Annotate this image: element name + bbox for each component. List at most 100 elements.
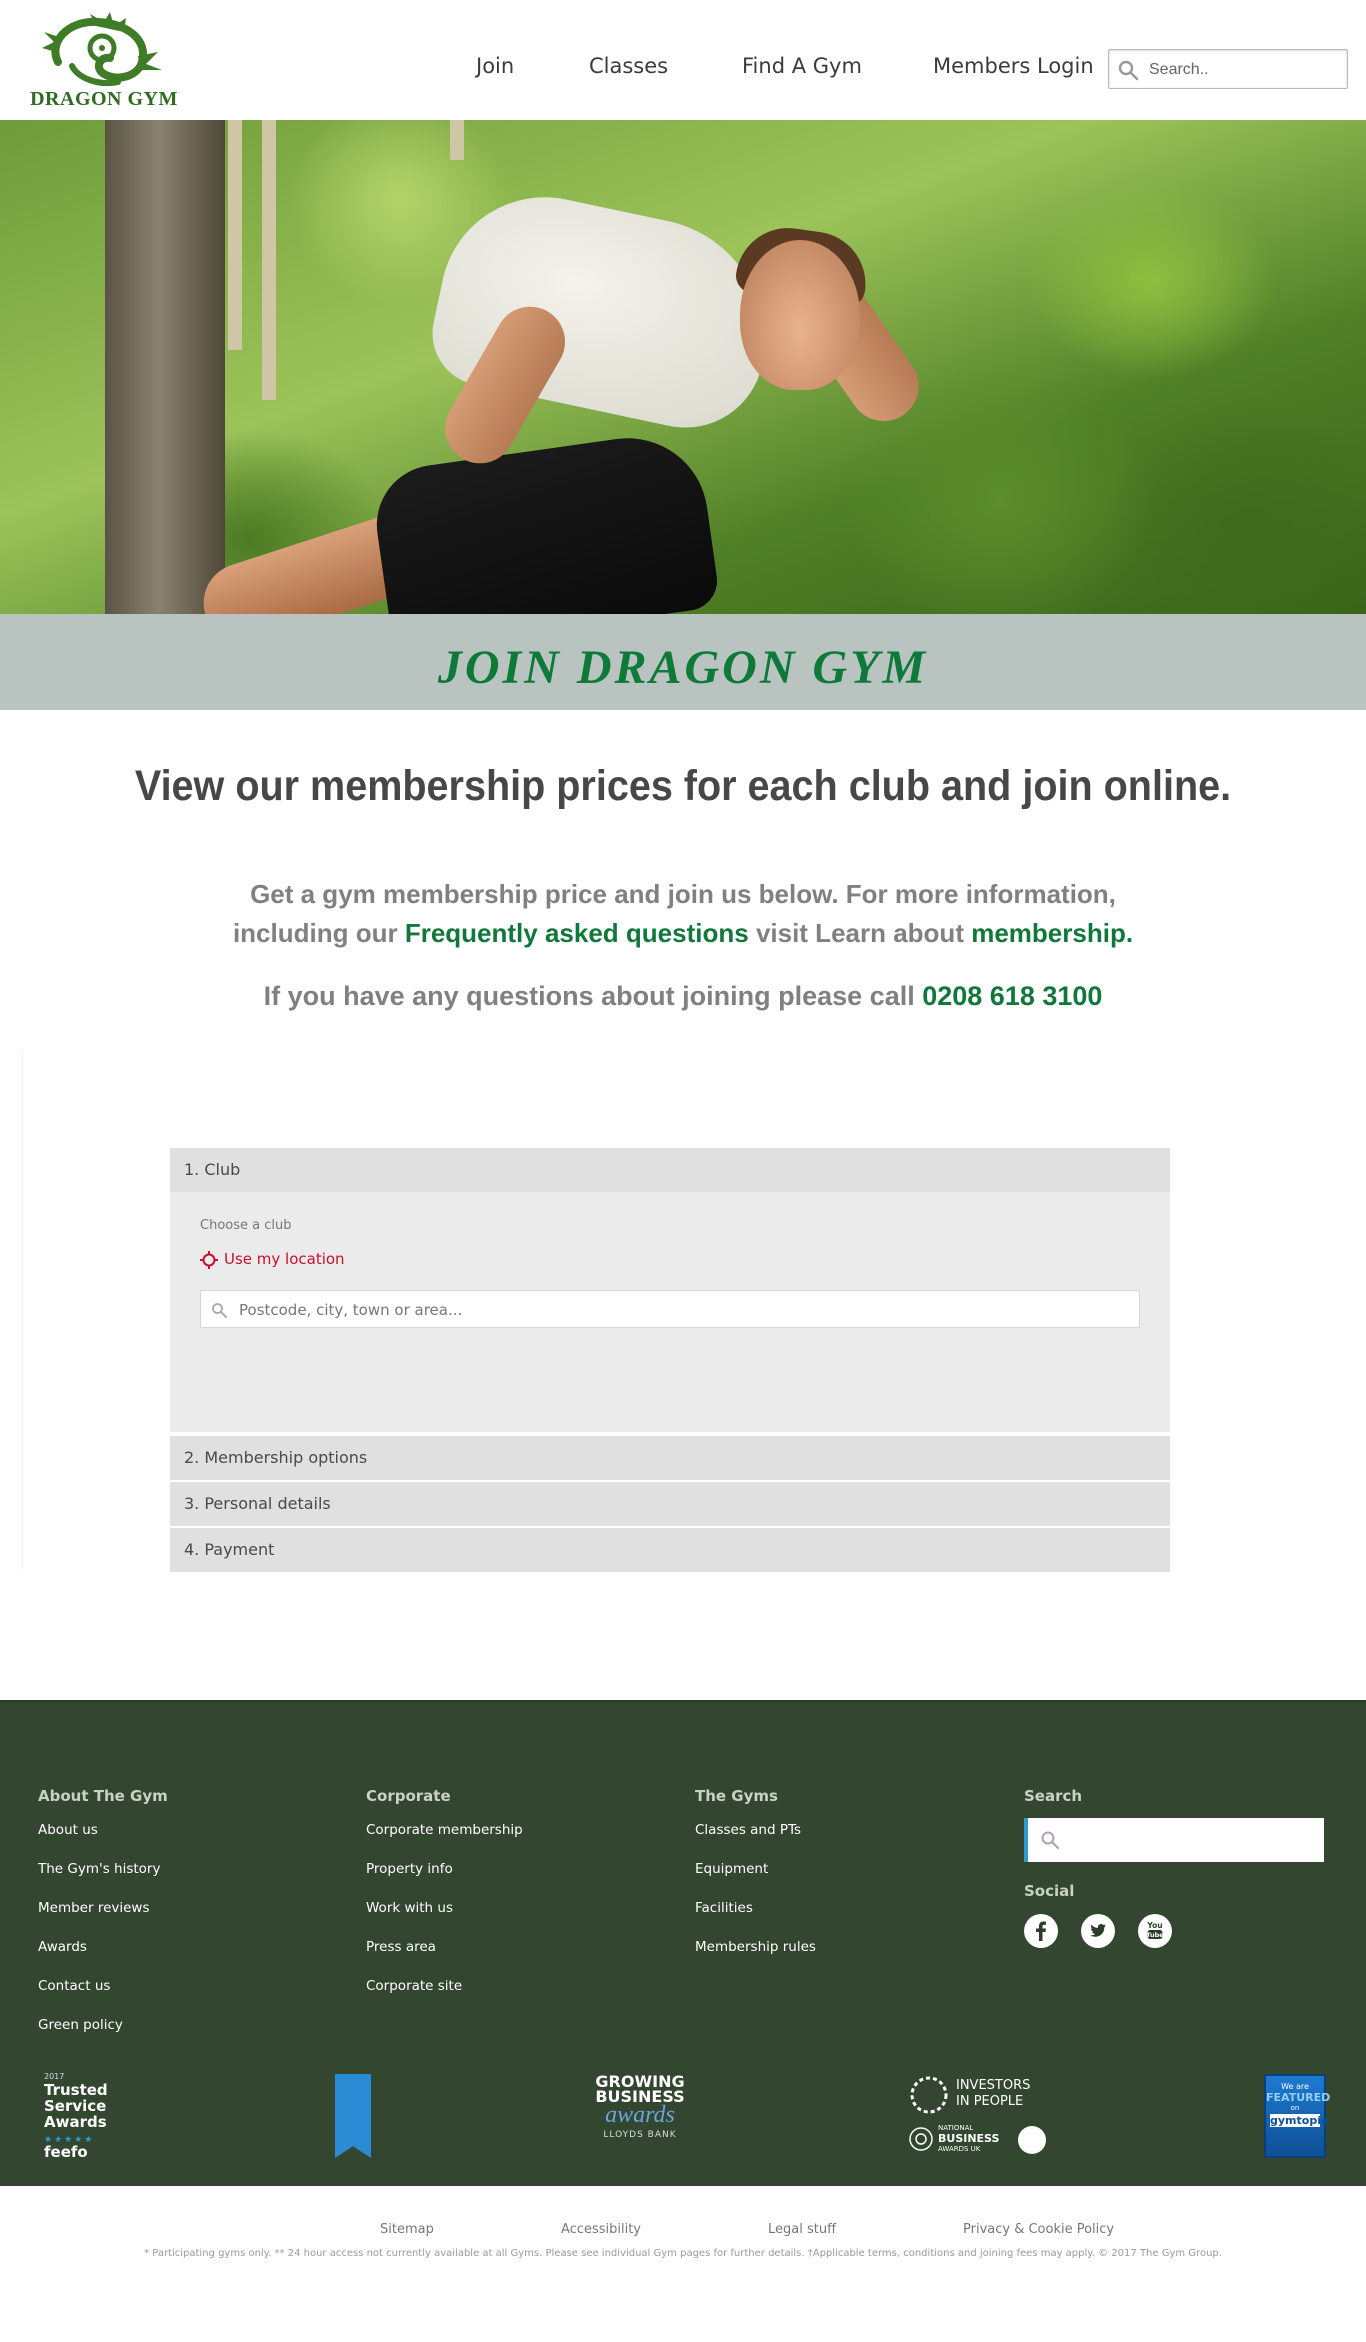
footer-col-corporate: Corporate Corporate membership Property … bbox=[366, 1786, 523, 2015]
growing-script: awards bbox=[605, 2102, 675, 2128]
nba-line: BUSINESS bbox=[938, 2133, 999, 2145]
legal-disclaimer: * Participating gyms only. ** 24 hour ac… bbox=[144, 2248, 1222, 2259]
postcode-input[interactable] bbox=[239, 1299, 1119, 1321]
phone-number[interactable]: 0208 618 3100 bbox=[922, 981, 1102, 1011]
iip-line: INVESTORS bbox=[956, 2078, 1031, 2093]
header-search[interactable] bbox=[1108, 49, 1348, 89]
step-personal-details[interactable]: 3. Personal details bbox=[170, 1482, 1170, 1526]
phone-line: If you have any questions about joining … bbox=[0, 981, 1366, 1012]
gymtopia-badge: We are FEATURED on gymtopia bbox=[1264, 2074, 1331, 2158]
iip-text: INVESTORS IN PEOPLE bbox=[956, 2078, 1030, 2110]
head bbox=[740, 240, 860, 390]
nav-members-login[interactable]: Members Login bbox=[933, 54, 1094, 78]
facebook-icon[interactable] bbox=[1024, 1914, 1058, 1948]
header-search-input[interactable] bbox=[1149, 58, 1339, 82]
phone-prefix: If you have any questions about joining … bbox=[263, 981, 915, 1011]
shorts bbox=[369, 427, 721, 614]
join-banner: JOIN DRAGON GYM bbox=[0, 614, 1366, 710]
nba-text: NATIONAL BUSINESS AWARDS UK bbox=[938, 2124, 999, 2154]
growing-business-award: GROWING BUSINESS awards LLOYDS BANK bbox=[590, 2074, 690, 2164]
footer-link[interactable]: Member reviews bbox=[38, 1898, 168, 1937]
footer-search[interactable] bbox=[1024, 1818, 1324, 1862]
iip-wreath-icon bbox=[910, 2076, 948, 2114]
footer-link[interactable]: Corporate membership bbox=[366, 1820, 523, 1859]
feefo-award: 2017 Trusted Service Awards ★★★★★ feefo bbox=[44, 2072, 124, 2162]
privacy-cookie-link[interactable]: Privacy & Cookie Policy bbox=[963, 2222, 1114, 2237]
search-icon bbox=[1040, 1830, 1060, 1855]
twitter-icon[interactable] bbox=[1081, 1914, 1115, 1948]
footer-link[interactable]: Contact us bbox=[38, 1976, 168, 2015]
youtube-icon[interactable]: You Tube bbox=[1138, 1914, 1172, 1948]
dragon-icon bbox=[42, 12, 162, 86]
nav-find-a-gym[interactable]: Find A Gym bbox=[742, 54, 862, 78]
step-club[interactable]: 1. Club bbox=[170, 1148, 1170, 1192]
use-location-label: Use my location bbox=[224, 1250, 345, 1268]
footer-link[interactable]: Equipment bbox=[695, 1859, 816, 1898]
footer-col-gyms: The Gyms Classes and PTs Equipment Facil… bbox=[695, 1786, 816, 1976]
trx-strap bbox=[228, 120, 242, 350]
footer-search-input[interactable] bbox=[1068, 1828, 1308, 1852]
logo-text: DRAGON GYM bbox=[30, 88, 178, 110]
footer-link[interactable]: Membership rules bbox=[695, 1937, 816, 1976]
nba-line: AWARDS UK bbox=[938, 2145, 981, 2153]
footer-link[interactable]: Property info bbox=[366, 1859, 523, 1898]
svg-text:You: You bbox=[1146, 1921, 1162, 1930]
feefo-year: 2017 bbox=[44, 2072, 65, 2081]
footer-link[interactable]: Facilities bbox=[695, 1898, 816, 1937]
footer-link[interactable]: Press area bbox=[366, 1937, 523, 1976]
footer-col-about: About The Gym About us The Gym's history… bbox=[38, 1786, 168, 2054]
gymtopia-line: FEATURED bbox=[1266, 2091, 1331, 2104]
step-membership-options[interactable]: 2. Membership options bbox=[170, 1436, 1170, 1480]
footer-link[interactable]: Classes and PTs bbox=[695, 1820, 816, 1859]
footer-col-title: About The Gym bbox=[38, 1787, 168, 1805]
footer-col-title: The Gyms bbox=[695, 1787, 778, 1805]
feefo-line: Awards bbox=[44, 2113, 107, 2131]
legal-link[interactable]: Legal stuff bbox=[768, 2222, 836, 2237]
footer-col-title: Corporate bbox=[366, 1787, 451, 1805]
svg-text:Tube: Tube bbox=[1146, 1931, 1164, 1939]
club-step-body: Choose a club Use my location bbox=[170, 1192, 1170, 1432]
intro-text-part: including our bbox=[232, 918, 398, 948]
intro-text-part: visit Learn about bbox=[755, 918, 964, 948]
intro-line-2: including our Frequently asked questions… bbox=[0, 914, 1366, 953]
footer-search-title: Search bbox=[1024, 1787, 1083, 1805]
dragon-gym-logo[interactable]: DRAGON GYM bbox=[14, 12, 194, 112]
crosshair-icon bbox=[200, 1251, 218, 1273]
growing-sponsor: LLOYDS BANK bbox=[603, 2130, 677, 2140]
footer-link[interactable]: The Gym's history bbox=[38, 1859, 168, 1898]
footer-link[interactable]: About us bbox=[38, 1820, 168, 1859]
footer-link[interactable]: Awards bbox=[38, 1937, 168, 1976]
accessibility-link[interactable]: Accessibility bbox=[561, 2222, 641, 2237]
intro-text-part: . bbox=[1125, 918, 1134, 948]
gymtopia-line: We are bbox=[1281, 2082, 1309, 2091]
tree-trunk bbox=[105, 120, 225, 614]
postcode-search[interactable] bbox=[200, 1290, 1140, 1328]
nba-logo-icon bbox=[909, 2127, 933, 2151]
intro-text: Get a gym membership price and join us b… bbox=[0, 875, 1366, 953]
feefo-line: Trusted bbox=[44, 2081, 108, 2099]
faq-link[interactable]: Frequently asked questions bbox=[405, 918, 749, 948]
hero-image bbox=[0, 120, 1366, 614]
investors-in-people-award: INVESTORS IN PEOPLE NATIONAL BUSINESS AW… bbox=[908, 2074, 1048, 2164]
footer-link[interactable]: Work with us bbox=[366, 1898, 523, 1937]
step-payment[interactable]: 4. Payment bbox=[170, 1528, 1170, 1572]
nba-badge bbox=[1018, 2126, 1046, 2154]
nav-join[interactable]: Join bbox=[476, 54, 514, 78]
choose-club-label: Choose a club bbox=[200, 1218, 292, 1233]
feefo-line: Service bbox=[44, 2097, 107, 2115]
sitemap-link[interactable]: Sitemap bbox=[380, 2222, 434, 2237]
footer-link[interactable]: Corporate site bbox=[366, 1976, 523, 2015]
site-header: DRAGON GYM Join Classes Find A Gym Membe… bbox=[0, 0, 1366, 120]
nav-classes[interactable]: Classes bbox=[589, 54, 668, 78]
iip-line: IN PEOPLE bbox=[956, 2094, 1024, 2109]
search-icon bbox=[211, 1302, 227, 1323]
membership-link[interactable]: membership bbox=[971, 918, 1126, 948]
page-headline: View our membership prices for each club… bbox=[134, 762, 1232, 810]
feefo-brand: feefo bbox=[44, 2143, 88, 2161]
trx-strap bbox=[262, 120, 276, 400]
nba-line-bold: BUSINESS bbox=[938, 2132, 1000, 2145]
footer-link[interactable]: Green policy bbox=[38, 2015, 168, 2054]
search-icon bbox=[1117, 59, 1139, 86]
gymtopia-line: gymtopia bbox=[1270, 2114, 1329, 2127]
award-ribbon bbox=[335, 2074, 371, 2158]
